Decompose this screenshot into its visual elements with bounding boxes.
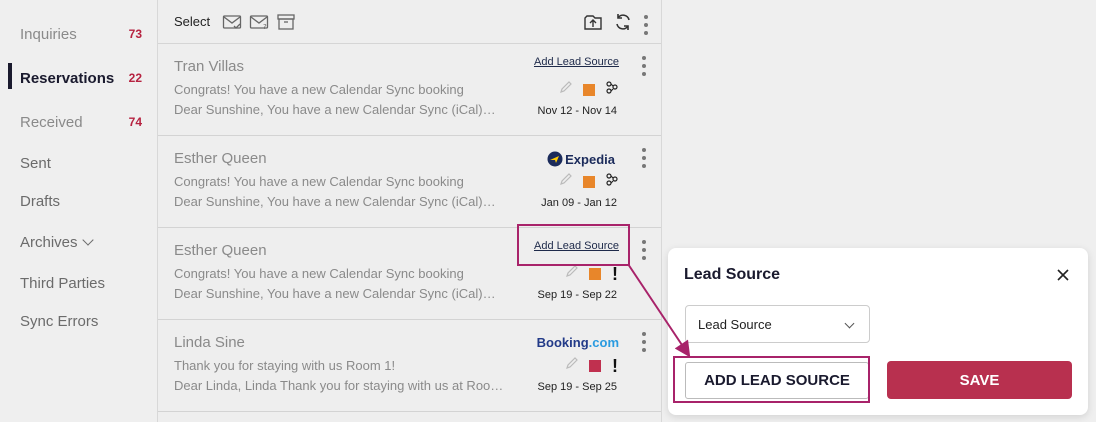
guest-name: Esther Queen <box>174 242 267 259</box>
message-preview: Dear Sunshine, You have a new Calendar S… <box>174 102 496 117</box>
sidebar-item-label: Third Parties <box>20 274 106 292</box>
row-menu-icon[interactable] <box>641 148 647 168</box>
sidebar-item-archives[interactable]: Archives <box>0 225 158 259</box>
sidebar-item-reservations[interactable]: Reservations 22 <box>0 61 158 95</box>
count-badge: 73 <box>128 27 142 41</box>
mark-read-icon[interactable] <box>222 13 244 31</box>
stay-dates: Nov 12 - Nov 14 <box>537 105 617 117</box>
row-menu-icon[interactable] <box>641 56 647 76</box>
sync-icon <box>605 80 619 99</box>
lead-source-select[interactable]: Lead Source <box>685 305 870 343</box>
message-preview: Dear Linda, Linda Thank you for staying … <box>174 378 504 393</box>
row-icons <box>559 172 619 191</box>
alert-icon: ! <box>612 263 618 284</box>
guest-name: Tran Villas <box>174 58 245 75</box>
status-square <box>583 83 595 96</box>
sidebar-item-label: Sent <box>20 154 51 172</box>
message-subject: Congrats! You have a new Calendar Sync b… <box>174 82 464 97</box>
status-square <box>589 359 601 372</box>
sidebar-item-label: Inquiries <box>20 25 77 43</box>
guest-name: Esther Queen <box>174 150 267 167</box>
message-preview: Dear Sunshine, You have a new Calendar S… <box>174 286 496 301</box>
row-icons: ! <box>565 356 619 375</box>
pencil-icon[interactable] <box>559 172 573 191</box>
save-button[interactable]: SAVE <box>887 361 1072 399</box>
status-square <box>589 267 601 280</box>
more-options-icon[interactable] <box>643 14 649 35</box>
stay-dates: Jan 09 - Jan 12 <box>541 197 617 209</box>
sidebar-item-inquiries[interactable]: Inquiries 73 <box>0 17 158 51</box>
stay-dates: Sep 19 - Sep 22 <box>537 289 617 301</box>
refresh-icon[interactable] <box>613 12 633 37</box>
popup-title: Lead Source <box>684 266 781 283</box>
row-menu-icon[interactable] <box>641 240 647 260</box>
select-value: Lead Source <box>698 317 772 332</box>
select-label[interactable]: Select <box>174 14 210 29</box>
count-badge: 74 <box>128 115 142 129</box>
guest-name: Linda Sine <box>174 334 245 351</box>
sidebar-item-label: Archives <box>20 233 78 251</box>
row-menu-icon[interactable] <box>641 332 647 352</box>
booking-brand: Booking <box>536 335 589 350</box>
row-icons: ! <box>565 264 619 283</box>
upload-icon[interactable] <box>583 13 603 36</box>
status-square <box>583 175 595 188</box>
highlight-box <box>673 356 870 403</box>
archive-icon[interactable] <box>276 13 298 31</box>
add-lead-source-link[interactable]: Add Lead Source <box>534 56 619 68</box>
sidebar-item-label: Reservations <box>20 69 115 87</box>
message-subject: Thank you for staying with us Room 1! <box>174 358 396 373</box>
message-preview: Dear Sunshine, You have a new Calendar S… <box>174 194 496 209</box>
svg-text:?: ? <box>263 23 267 31</box>
sidebar: Inquiries 73 Reservations 22 Received 74… <box>0 0 158 422</box>
sidebar-item-sent[interactable]: Sent <box>0 146 158 180</box>
sidebar-item-third-parties[interactable]: Third Parties <box>0 266 158 300</box>
highlight-box <box>517 224 630 266</box>
close-icon[interactable] <box>1056 268 1070 282</box>
message-subject: Congrats! You have a new Calendar Sync b… <box>174 174 464 189</box>
row-icons <box>559 80 619 99</box>
booking-tld: .com <box>588 335 619 350</box>
sync-icon <box>605 172 619 191</box>
pencil-icon[interactable] <box>559 80 573 99</box>
sidebar-item-label: Received <box>20 113 83 131</box>
chevron-down-icon <box>81 233 94 246</box>
pencil-icon[interactable] <box>565 264 579 283</box>
stay-dates: Sep 19 - Sep 25 <box>537 381 617 393</box>
active-indicator <box>8 63 12 89</box>
sidebar-item-label: Sync Errors <box>20 312 99 330</box>
message-row[interactable]: Esther Queen Congrats! You have a new Ca… <box>158 136 661 228</box>
chevron-down-icon <box>844 318 855 329</box>
booking-logo: Booking.com <box>537 335 619 350</box>
message-row[interactable]: Tran Villas Congrats! You have a new Cal… <box>158 44 661 136</box>
sidebar-item-drafts[interactable]: Drafts <box>0 184 158 218</box>
alert-icon: ! <box>612 355 618 376</box>
sidebar-item-label: Drafts <box>20 192 61 210</box>
message-list: Select ? Tran Villas Congrats! You have … <box>157 0 662 422</box>
count-badge: 22 <box>128 71 142 85</box>
sidebar-item-received[interactable]: Received 74 <box>0 105 158 139</box>
list-toolbar: Select ? <box>158 0 661 44</box>
sidebar-item-sync-errors[interactable]: Sync Errors <box>0 304 158 338</box>
expedia-logo: Expedia <box>547 151 615 167</box>
message-subject: Congrats! You have a new Calendar Sync b… <box>174 266 464 281</box>
pencil-icon[interactable] <box>565 356 579 375</box>
mark-unread-icon[interactable]: ? <box>249 13 271 31</box>
message-row[interactable]: Linda Sine Thank you for staying with us… <box>158 320 661 412</box>
